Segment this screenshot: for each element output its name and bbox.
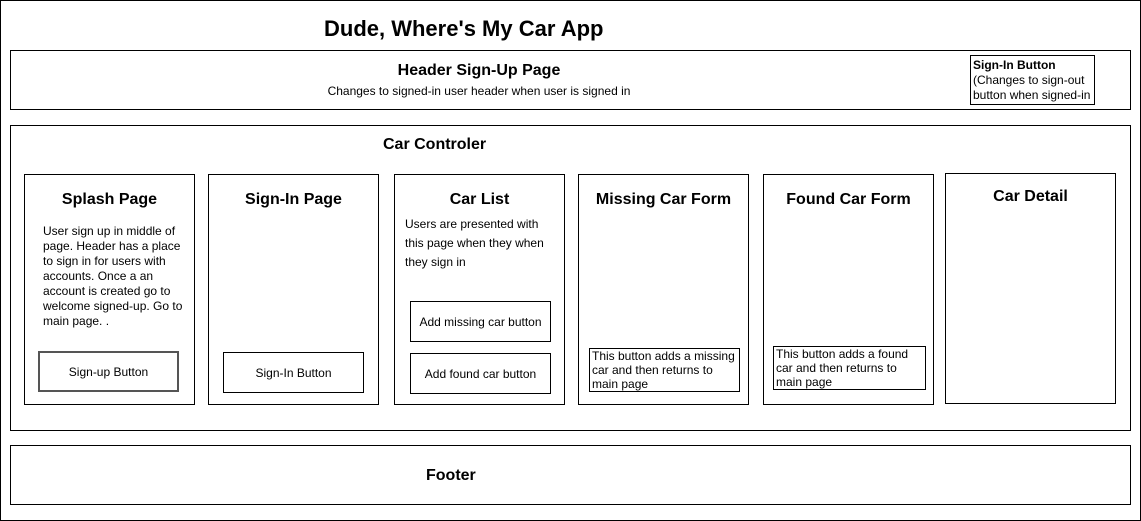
car-list-desc: Users are presented with this page when … [405, 217, 544, 269]
footer-section: Footer [10, 445, 1131, 505]
missing-car-form-note: This button adds a missing car and then … [589, 348, 740, 392]
signin-button-title: Sign-In Button [973, 58, 1056, 72]
controller-title: Car Controler [383, 136, 487, 153]
signup-button[interactable]: Sign-up Button [38, 351, 179, 392]
signin-button-note-1: (Changes to sign-out [973, 73, 1085, 87]
car-list-title: Car List [449, 191, 510, 208]
add-missing-car-button[interactable]: Add missing car button [410, 301, 551, 342]
footer-title: Footer [426, 467, 476, 484]
splash-page-desc: User sign up in middle of page. Header h… [43, 224, 183, 328]
header-signin-button[interactable]: Sign-In Button (Changes to sign-out butt… [970, 55, 1095, 105]
car-detail-title: Car Detail [993, 188, 1068, 205]
signin-page-button[interactable]: Sign-In Button [223, 352, 364, 393]
signin-page-title: Sign-In Page [245, 191, 342, 208]
car-detail-box: Car Detail [945, 173, 1116, 404]
missing-car-form-box: Missing Car Form This button adds a miss… [578, 174, 749, 405]
found-car-form-note: This button adds a found car and then re… [773, 346, 926, 390]
splash-page-title: Splash Page [61, 191, 158, 208]
found-car-form-box: Found Car Form This button adds a found … [763, 174, 934, 405]
signin-page-box: Sign-In Page Sign-In Button [208, 174, 379, 405]
add-found-car-button[interactable]: Add found car button [410, 353, 551, 394]
found-car-form-title: Found Car Form [786, 191, 911, 208]
app-title: Dude, Where's My Car App [324, 16, 604, 41]
missing-car-form-title: Missing Car Form [595, 191, 732, 208]
signin-button-note-2: button when signed-in [973, 88, 1091, 102]
splash-page-box: Splash Page User sign up in middle of pa… [24, 174, 195, 405]
car-list-box: Car List Users are presented with this p… [394, 174, 565, 405]
header-subtitle: Changes to signed-in user header when us… [327, 84, 631, 98]
header-section: Header Sign-Up Page Changes to signed-in… [10, 50, 1131, 110]
header-title: Header Sign-Up Page [397, 62, 561, 79]
